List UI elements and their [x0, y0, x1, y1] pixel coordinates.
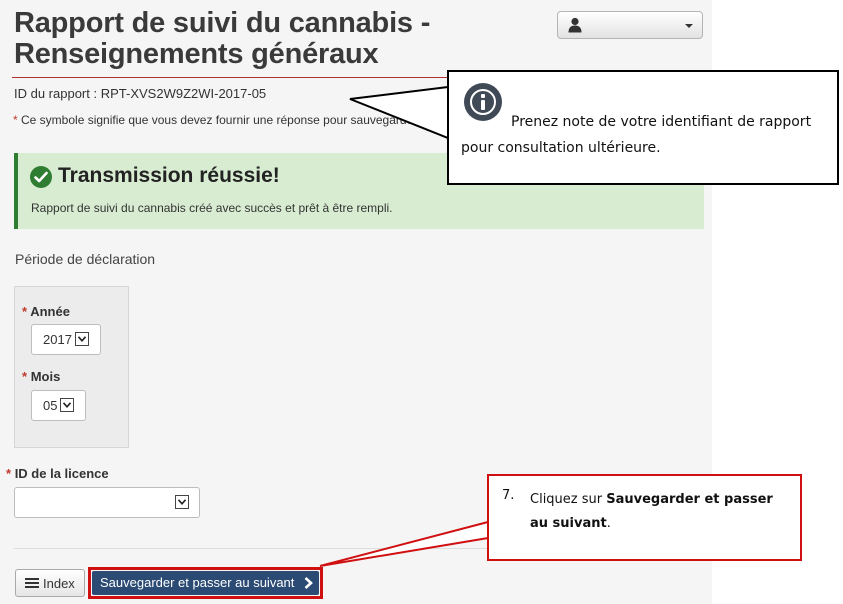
info-callout-text: Prenez note de votre identifiant de rapp…: [461, 114, 812, 156]
step-callout: 7. Cliquez sur Sauvegarder et passer au …: [487, 474, 802, 561]
step-callout-text: Cliquez sur Sauvegarder et passer au sui…: [530, 492, 773, 531]
step-number: 7.: [502, 488, 515, 503]
info-callout: Prenez note de votre identifiant de rapp…: [447, 70, 839, 185]
